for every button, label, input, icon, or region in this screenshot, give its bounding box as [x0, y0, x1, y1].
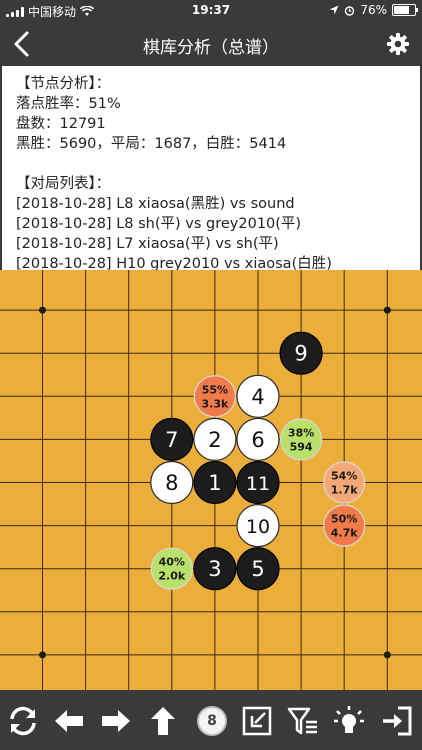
- candidate-count: 4.7k: [331, 527, 358, 540]
- game-count: 盘数：12791: [16, 116, 106, 132]
- refresh-icon[interactable]: [6, 704, 40, 738]
- candidate-win-rate: 38%: [288, 426, 314, 439]
- page-title: 棋库分析（总谱）: [143, 38, 279, 58]
- stone-move-number: 3: [208, 557, 221, 581]
- arrow-left-icon[interactable]: [52, 704, 86, 738]
- battery-icon: [392, 4, 418, 16]
- candidate-count: 594: [290, 440, 313, 453]
- stone-move-number: 7: [165, 428, 178, 452]
- candidate-move[interactable]: [323, 461, 366, 504]
- stone-move-number: 6: [251, 428, 264, 452]
- result-stats: 黑胜：5690，平局：1687，白胜：5414: [16, 136, 287, 152]
- stone-move-number: 2: [208, 428, 221, 452]
- game-list-item[interactable]: [2018-10-28] L8 sh(平) vs grey2010(平): [16, 214, 420, 234]
- gear-icon[interactable]: [386, 32, 410, 56]
- go-board[interactable]: 55% 3.3k 38% 594 54% 1.7k 50% 4.7k 40% 2.0k 1 2 3 4 5 6…: [0, 270, 422, 690]
- board-canvas[interactable]: 55%3.3k 38%594 54%1.7k 50%4.7k 40%2.0k 1 2 3 4 5 6…: [0, 270, 422, 690]
- move-number-badge[interactable]: 8: [197, 706, 227, 736]
- stone-move-number: 9: [294, 342, 307, 366]
- stone-move-number: 8: [165, 471, 178, 495]
- candidate-win-rate: 54%: [331, 470, 357, 483]
- alarm-icon: [345, 5, 355, 16]
- candidate-count: 1.7k: [331, 484, 358, 497]
- game-list-heading: 【对局列表】：: [16, 176, 111, 192]
- star-point: [39, 306, 46, 314]
- star-point: [39, 651, 46, 659]
- stone-move-number: 4: [251, 385, 264, 409]
- game-list-item[interactable]: [2018-10-28] L8 xiaosa(黑胜) vs sound: [16, 194, 420, 214]
- stone-move-number: 11: [246, 473, 270, 495]
- analysis-panel: 【节点分析】： 落点胜率：51% 盘数：12791 黑胜：5690，平局：168…: [2, 66, 420, 272]
- node-analysis-heading: 【节点分析】：: [16, 76, 111, 92]
- candidate-win-rate: 50%: [331, 513, 357, 526]
- candidate-win-rate: 55%: [202, 383, 228, 396]
- battery-percent: 76%: [360, 3, 387, 17]
- star-point: [383, 306, 391, 314]
- collapse-icon[interactable]: [240, 704, 274, 738]
- arrow-up-icon[interactable]: [146, 704, 180, 738]
- candidate-count: 2.0k: [158, 570, 185, 583]
- status-bar: 中国移动 19:37 76%: [0, 0, 422, 22]
- star-point: [383, 651, 391, 659]
- candidate-count: 3.3k: [201, 397, 228, 410]
- arrow-right-icon[interactable]: [99, 704, 133, 738]
- win-rate: 落点胜率：51%: [16, 96, 121, 112]
- stone-move-number: 10: [246, 516, 270, 538]
- stone-move-number: 1: [208, 471, 221, 495]
- candidate-win-rate: 40%: [159, 556, 185, 569]
- nav-bar: 棋库分析（总谱）: [0, 22, 422, 66]
- game-list-item[interactable]: [2018-10-28] L7 xiaosa(平) vs sh(平): [16, 234, 420, 254]
- location-icon: [329, 5, 339, 15]
- exit-icon[interactable]: [380, 704, 414, 738]
- filter-list-icon[interactable]: [286, 704, 320, 738]
- stone-move-number: 5: [251, 557, 264, 581]
- lightbulb-icon[interactable]: [332, 704, 366, 738]
